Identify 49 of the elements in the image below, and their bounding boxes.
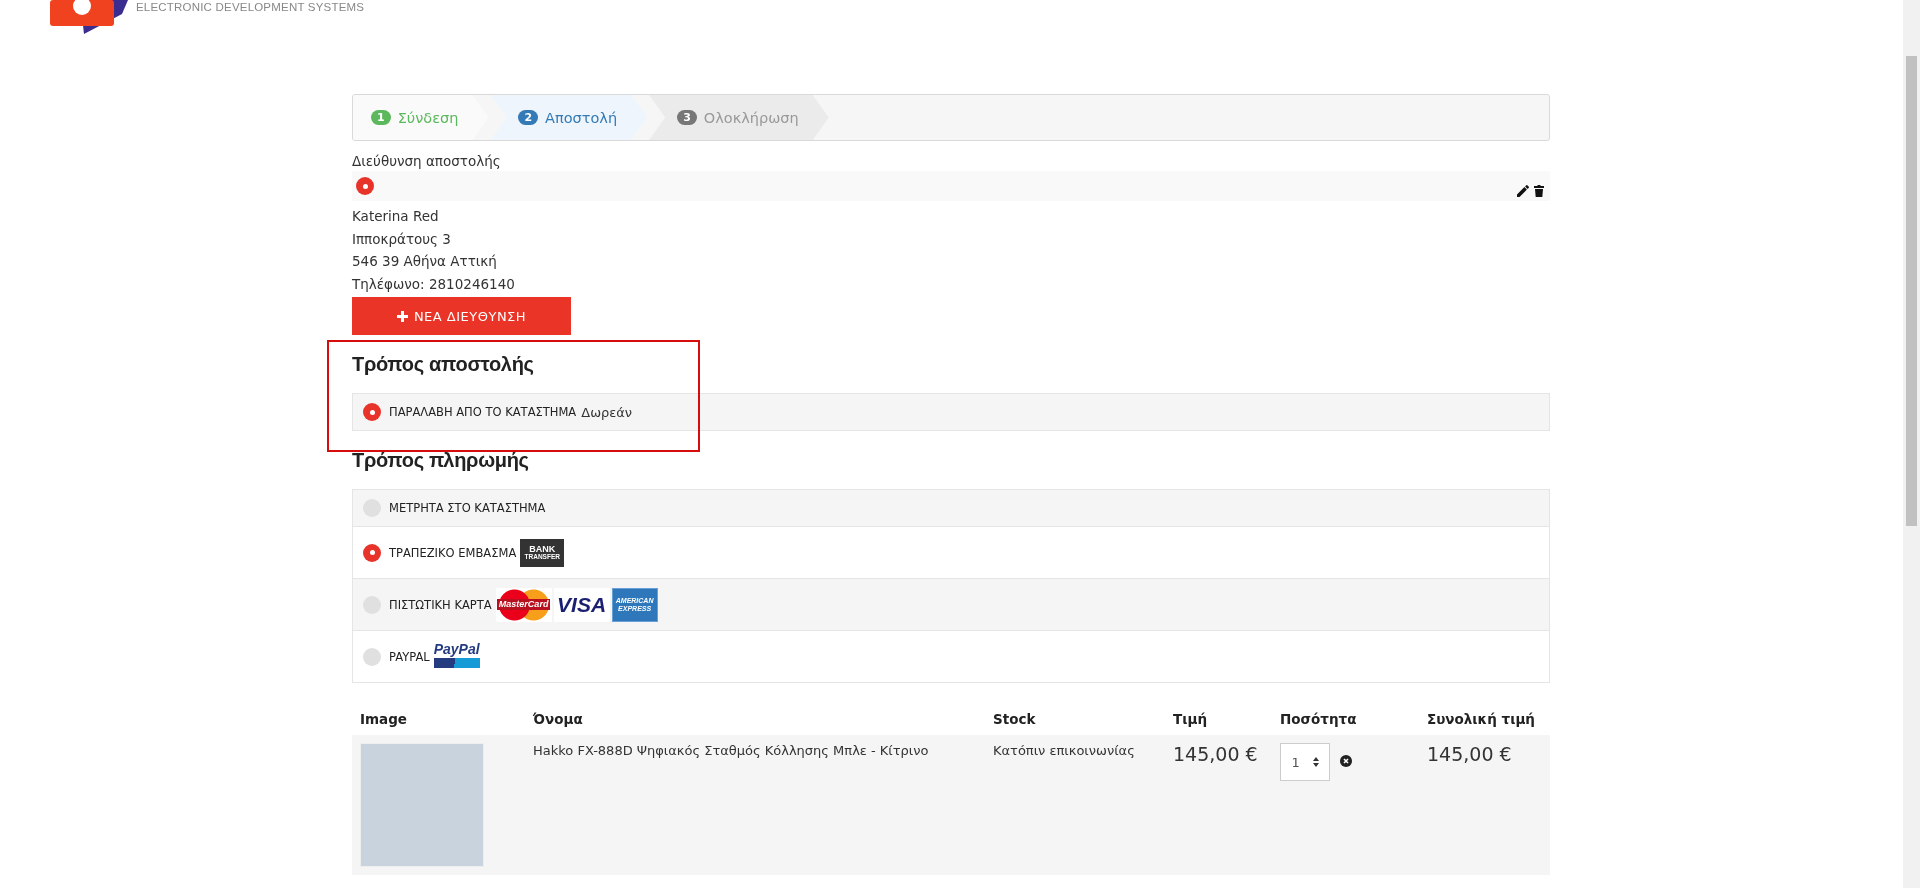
address-line: Ιπποκράτους 3 bbox=[352, 229, 452, 249]
section-heading: Τρόπος πληρωμής bbox=[352, 448, 530, 473]
option-label: ΠΙΣΤΩΤΙΚΗ ΚΑΡΤΑ bbox=[389, 597, 492, 612]
payment-option[interactable]: PAYPAL PayPal bbox=[353, 630, 1549, 682]
checkout-step[interactable]: 2 Αποστολή bbox=[490, 95, 648, 140]
product-name[interactable]: Hakko FX-888D Ψηφιακός Σταθμός Κόλλησης Μπλε - Κίτρινο bbox=[533, 743, 929, 758]
address-line: Τηλέφωνο: 2810246140 bbox=[352, 274, 516, 294]
shipping-price: Δωρεάν bbox=[581, 404, 633, 420]
radio-button[interactable] bbox=[363, 647, 381, 666]
option-label: ΤΡΑΠΕΖΙΚΟ ΕΜΒΑΣΜΑ bbox=[389, 545, 517, 560]
section-label: Διεύθυνση αποστολής bbox=[352, 152, 502, 171]
step-label: Ολοκλήρωση bbox=[703, 109, 799, 126]
card-logo: VISA bbox=[553, 587, 610, 622]
address-line: Katerina Red bbox=[352, 207, 440, 226]
address-line: 546 39 Αθήνα Αττική bbox=[352, 252, 498, 271]
step-number: 1 bbox=[371, 110, 391, 125]
column-header: Stock bbox=[992, 710, 1037, 729]
payment-option[interactable]: ΜΕΤΡΗΤΑ ΣΤΟ ΚΑΤΑΣΤΗΜΑ bbox=[353, 490, 1549, 526]
step-label: Αποστολή bbox=[545, 109, 618, 126]
card-logo: MasterCard bbox=[495, 587, 552, 622]
option-label: ΠΑΡΑΛΑΒΗ ΑΠΟ ΤΟ ΚΑΤΑΣΤΗΜΑ bbox=[389, 405, 577, 419]
plus-icon bbox=[396, 310, 408, 322]
checkout-step[interactable]: 3 Ολοκλήρωση bbox=[649, 95, 829, 140]
quantity-select[interactable]: 1 bbox=[1280, 743, 1330, 781]
shipping-option[interactable]: ΠΑΡΑΛΑΒΗ ΑΠΟ ΤΟ ΚΑΤΑΣΤΗΜΑ Δωρεάν bbox=[353, 394, 1549, 430]
radio-button[interactable] bbox=[356, 177, 374, 195]
column-header: Image bbox=[359, 710, 409, 729]
step-label: Σύνδεση bbox=[397, 109, 459, 126]
unit-price: 145,00 € bbox=[1173, 743, 1258, 765]
new-address-button[interactable]: ΝΕΑ ΔΙΕΥΘΥΝΣΗ bbox=[352, 297, 571, 335]
total-price: 145,00 € bbox=[1427, 743, 1512, 765]
radio-button[interactable] bbox=[363, 543, 381, 562]
option-label: ΜΕΤΡΗΤΑ ΣΤΟ ΚΑΤΑΣΤΗΜΑ bbox=[389, 501, 546, 515]
step-number: 2 bbox=[518, 110, 539, 125]
stock-status: Κατόπιν επικοινωνίας bbox=[993, 743, 1135, 758]
trash-icon[interactable] bbox=[1532, 184, 1546, 198]
column-header: Όνομα bbox=[532, 710, 584, 729]
step-number: 3 bbox=[677, 110, 697, 125]
section-heading: Τρόπος αποστολής bbox=[352, 352, 535, 377]
logo-tagline: ELECTRONIC DEVELOPMENT SYSTEMS bbox=[136, 1, 365, 13]
option-label: PAYPAL bbox=[389, 649, 430, 664]
remove-icon[interactable] bbox=[1340, 755, 1352, 767]
column-header: Ποσότητα bbox=[1279, 710, 1358, 729]
updown-icon bbox=[1312, 757, 1319, 767]
column-header: Τιμή bbox=[1172, 710, 1208, 729]
radio-button[interactable] bbox=[363, 403, 381, 421]
pencil-icon[interactable] bbox=[1516, 184, 1530, 198]
column-header: Συνολική τιμή bbox=[1426, 710, 1536, 729]
scrollbar[interactable] bbox=[1903, 0, 1920, 888]
